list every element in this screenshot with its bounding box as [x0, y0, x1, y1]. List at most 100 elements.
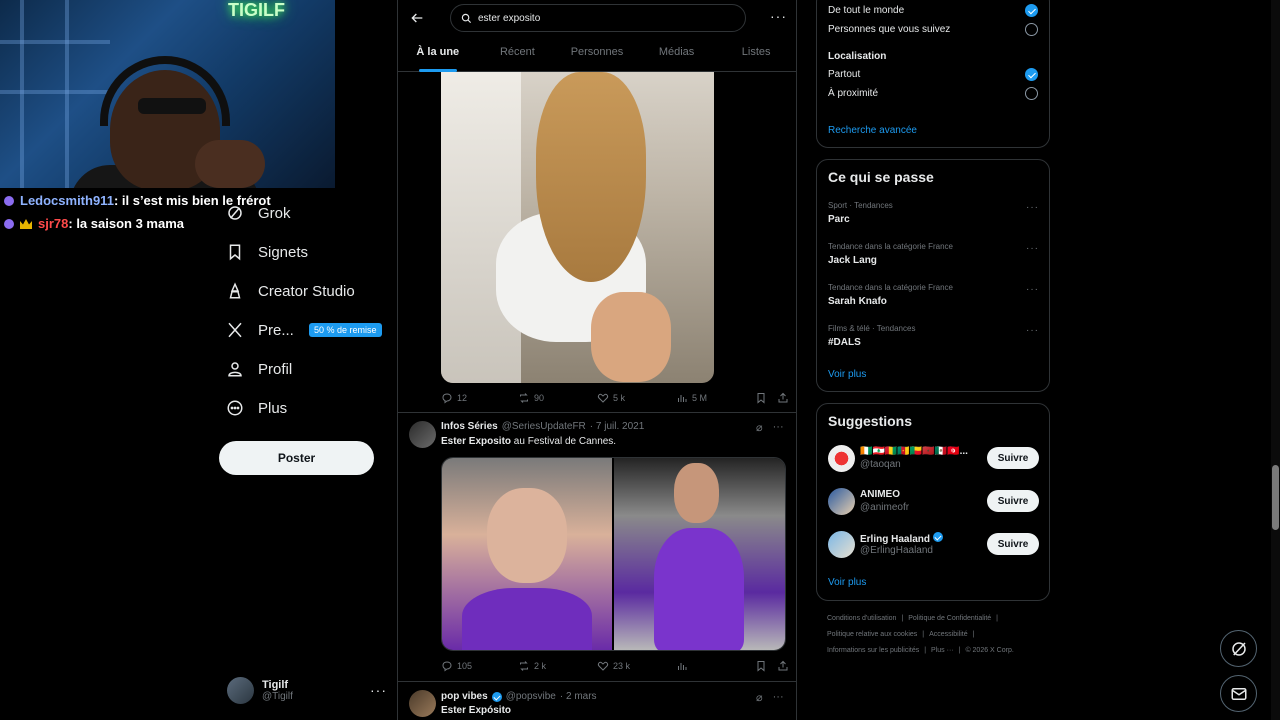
tweet-author-name[interactable]: Infos Séries [441, 421, 498, 432]
like-button[interactable]: 5 k [597, 392, 676, 404]
tweet-more-icon[interactable]: ··· [773, 421, 784, 434]
envelope-icon [1231, 687, 1246, 700]
avatar[interactable] [828, 531, 855, 558]
grok-icon[interactable]: ⌀ [756, 421, 763, 434]
trend-more-icon[interactable]: ··· [1026, 243, 1039, 254]
trend-more-icon[interactable]: ··· [1026, 325, 1039, 336]
back-arrow-icon[interactable] [409, 10, 425, 26]
tweet-author-name[interactable]: pop vibes [441, 691, 488, 702]
chat-username: sjr78 [38, 216, 69, 231]
tab-recent[interactable]: Récent [478, 40, 558, 72]
advanced-search-link[interactable]: Recherche avancée [828, 125, 917, 136]
messages-float-button[interactable] [1220, 675, 1257, 712]
footer-link[interactable]: Conditions d'utilisation [827, 615, 896, 622]
heart-icon [597, 393, 609, 403]
suggestion-name[interactable]: Erling Haaland [860, 532, 943, 545]
avatar[interactable] [409, 421, 436, 448]
nav-label: Creator Studio [258, 282, 355, 300]
footer-link[interactable]: Informations sur les publicités [827, 647, 919, 654]
tweet-date[interactable]: · 2 mars [560, 691, 597, 702]
trend-name[interactable]: #DALS [828, 337, 861, 348]
main-column: 12 90 5 k 5 M Infos Séries @SeriesUpdate… [397, 0, 797, 720]
scrollbar-thumb[interactable] [1272, 465, 1279, 530]
grok-float-button[interactable] [1220, 630, 1257, 667]
nav-item-profil[interactable]: Profil [226, 360, 292, 378]
bookmark-button[interactable] [755, 660, 777, 672]
repost-icon [520, 393, 528, 403]
tab-personnes[interactable]: Personnes [557, 40, 637, 72]
footer-links: Conditions d'utilisation | Politique de Co… [827, 615, 998, 622]
trends-see-more-link[interactable]: Voir plus [828, 369, 866, 380]
search-options-icon[interactable]: ··· [770, 8, 787, 24]
tweet-menu: ⌀ ··· [756, 421, 784, 434]
share-button[interactable] [777, 392, 789, 404]
tweet-author-handle[interactable]: @popsvibe [506, 691, 556, 702]
tweet-image[interactable] [442, 458, 612, 650]
nav-item-creator-studio[interactable]: Creator Studio [226, 282, 355, 300]
footer-link[interactable]: Politique relative aux cookies [827, 631, 917, 638]
suggestion-name[interactable]: ANIMEO [860, 489, 900, 500]
search-bar[interactable] [450, 4, 746, 32]
grok-icon[interactable]: ⌀ [756, 691, 763, 704]
nav-label: Plus [258, 399, 288, 417]
tweet-menu: ⌀ ··· [756, 691, 784, 704]
footer-links: Politique relative aux cookies | Accessibi… [827, 631, 975, 638]
tweet-more-icon[interactable]: ··· [773, 691, 784, 704]
account-switcher[interactable]: Tigilf @Tigilf [227, 677, 293, 704]
nav-item-signets[interactable]: Signets [226, 243, 308, 261]
tweet-image-grid[interactable] [441, 457, 786, 651]
trend-category: Films & télé · Tendances [828, 324, 916, 333]
avatar[interactable] [409, 690, 436, 717]
heart-icon [597, 661, 609, 671]
bookmark-button[interactable] [755, 392, 777, 404]
radio-everywhere[interactable] [1025, 68, 1038, 81]
follow-button[interactable]: Suivre [987, 490, 1039, 512]
follow-button[interactable]: Suivre [987, 533, 1039, 555]
tab-medias[interactable]: Médias [637, 40, 717, 72]
follow-button[interactable]: Suivre [987, 447, 1039, 469]
views-button[interactable] [676, 660, 755, 672]
footer-link[interactable]: Accessibilité [929, 631, 968, 638]
suggestion-name[interactable]: 🇨🇮🇱🇧🇬🇳🇨🇲🇧🇯🇲🇦🇲🇽🇹🇳... [860, 446, 968, 457]
nav-item-grok[interactable]: Grok [226, 204, 291, 222]
account-more-icon[interactable]: ··· [370, 682, 387, 698]
tab-a-la-une[interactable]: À la une [398, 40, 478, 72]
tweet-header: Infos Séries @SeriesUpdateFR · 7 juil. 2… [441, 421, 644, 432]
radio-nearby[interactable] [1025, 87, 1038, 100]
footer-link[interactable]: Politique de Confidentialité [908, 615, 991, 622]
radio-everyone[interactable] [1025, 4, 1038, 17]
reply-button[interactable]: 12 [441, 392, 518, 404]
nav-label: Profil [258, 360, 293, 378]
search-input[interactable] [478, 12, 718, 24]
share-button[interactable] [777, 660, 789, 672]
repost-button[interactable]: 2 k [518, 660, 597, 672]
nav-item-plus[interactable]: Plus [226, 399, 287, 417]
footer-link[interactable]: Plus ··· [931, 647, 954, 654]
suggestions-panel: Suggestions 🇨🇮🇱🇧🇬🇳🇨🇲🇧🇯🇲🇦🇲🇽🇹🇳... @taoqan … [816, 403, 1050, 601]
like-button[interactable]: 23 k [597, 660, 676, 672]
radio-people-you-follow[interactable] [1025, 23, 1038, 36]
trend-more-icon[interactable]: ··· [1026, 202, 1039, 213]
post-button[interactable]: Poster [219, 441, 374, 475]
x-logo-icon [228, 322, 242, 338]
views-button[interactable]: 5 M [676, 392, 755, 404]
tweet-author-handle[interactable]: @SeriesUpdateFR [502, 421, 586, 432]
tab-listes[interactable]: Listes [716, 40, 796, 72]
reply-button[interactable]: 105 [441, 660, 518, 672]
nav-item-premium[interactable]: Pre... [226, 321, 294, 339]
avatar[interactable] [828, 488, 855, 515]
creator-studio-icon [229, 282, 241, 299]
tweet-date[interactable]: · 7 juil. 2021 [590, 421, 644, 432]
tweet-image[interactable] [614, 458, 785, 650]
trend-name[interactable]: Jack Lang [828, 255, 877, 266]
trend-name[interactable]: Parc [828, 214, 850, 225]
tweet-image[interactable] [441, 72, 714, 383]
scrollbar-track[interactable] [1271, 0, 1280, 720]
trend-more-icon[interactable]: ··· [1026, 284, 1039, 295]
suggestion-handle: @taoqan [860, 459, 901, 470]
repost-button[interactable]: 90 [518, 392, 597, 404]
trend-name[interactable]: Sarah Knafo [828, 296, 887, 307]
avatar[interactable] [828, 445, 855, 472]
account-name: Tigilf [262, 679, 289, 691]
suggestions-see-more-link[interactable]: Voir plus [828, 577, 866, 588]
